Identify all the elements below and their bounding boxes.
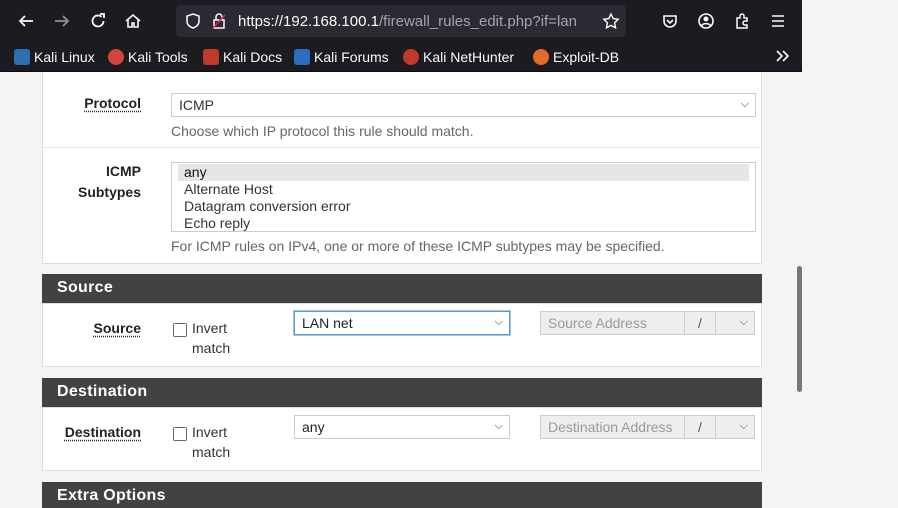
chevron-down-icon: ⌵ — [494, 420, 503, 432]
scrollbar-gutter — [802, 0, 898, 508]
protocol-label: Protocol — [84, 95, 141, 111]
extensions-icon[interactable] — [727, 6, 757, 36]
kali-nethunter-icon — [403, 49, 419, 65]
page-scrollbar-thumb[interactable] — [797, 266, 802, 392]
icmp-help: For ICMP rules on IPv4, one or more of t… — [171, 238, 665, 254]
chevron-down-icon: ⌵ — [739, 420, 748, 432]
insecure-lock-icon[interactable] — [210, 12, 228, 30]
source-type-select[interactable]: LAN net ⌵ — [294, 311, 510, 335]
source-section-header: Source — [42, 274, 762, 303]
extra-options-section-header: Extra Options — [42, 482, 762, 508]
destination-panel: Destination Invert match any ⌵ Destinati… — [42, 407, 762, 471]
home-icon[interactable] — [118, 6, 148, 36]
url-bar[interactable]: https://192.168.100.1/firewall_rules_edi… — [176, 5, 626, 37]
source-type-value: LAN net — [302, 315, 353, 331]
destination-type-select[interactable]: any ⌵ — [294, 415, 510, 439]
icmp-subtypes-listbox[interactable]: any Alternate Host Datagram conversion e… — [171, 162, 756, 232]
pocket-icon[interactable] — [655, 6, 685, 36]
browser-toolbar: https://192.168.100.1/firewall_rules_edi… — [0, 0, 802, 42]
source-invert-label: Invert match — [192, 320, 231, 356]
menu-icon[interactable] — [763, 6, 793, 36]
icmp-option-alternate-host[interactable]: Alternate Host — [178, 181, 749, 198]
source-label: Source — [93, 320, 141, 336]
destination-invert-label: Invert match — [192, 424, 231, 460]
destination-address-input[interactable]: Destination Address — [540, 415, 686, 439]
icmp-subtypes-label: ICMP Subtypes — [77, 163, 141, 200]
icmp-option-any[interactable]: any — [178, 164, 749, 181]
source-mask-separator: / — [684, 311, 716, 335]
kali-tools-icon — [108, 49, 124, 65]
bookmark-star-icon[interactable] — [602, 12, 620, 30]
icmp-option-echo-reply[interactable]: Echo reply — [178, 215, 749, 231]
bookmark-kali-docs[interactable]: Kali Docs — [203, 48, 282, 66]
bookmark-kali-nethunter[interactable]: Kali NetHunter — [403, 48, 514, 66]
exploit-db-icon — [533, 49, 549, 65]
bookmark-kali-forums[interactable]: Kali Forums — [294, 48, 389, 66]
bookmarks-bar: Kali Linux Kali Tools Kali Docs Kali For… — [0, 42, 802, 72]
chevron-down-icon: ⌵ — [740, 98, 749, 110]
bookmark-exploit-db[interactable]: Exploit-DB — [533, 48, 619, 66]
bookmarks-overflow-icon[interactable] — [773, 47, 791, 65]
destination-label: Destination — [64, 424, 141, 440]
account-icon[interactable] — [691, 6, 721, 36]
bookmark-kali-tools[interactable]: Kali Tools — [108, 48, 188, 66]
kali-docs-icon — [203, 49, 219, 65]
source-invert-checkbox[interactable] — [173, 323, 187, 337]
row-divider — [43, 147, 761, 148]
back-icon[interactable] — [11, 6, 41, 36]
protocol-select[interactable]: ICMP ⌵ — [171, 93, 756, 117]
icmp-option-datagram-conversion-error[interactable]: Datagram conversion error — [178, 198, 749, 215]
shield-icon[interactable] — [184, 12, 202, 30]
source-mask-select[interactable]: ⌵ — [715, 311, 755, 335]
destination-type-value: any — [302, 419, 325, 435]
destination-section-header: Destination — [42, 378, 762, 407]
destination-invert-checkbox[interactable] — [173, 427, 187, 441]
kali-forums-icon — [294, 49, 310, 65]
chevron-down-icon: ⌵ — [739, 316, 748, 328]
page-content: Protocol ICMP ⌵ Choose which IP protocol… — [0, 72, 802, 508]
destination-mask-separator: / — [684, 415, 716, 439]
source-address-input[interactable]: Source Address — [540, 311, 686, 335]
protocol-help: Choose which IP protocol this rule shoul… — [171, 123, 474, 139]
reload-icon[interactable] — [83, 6, 113, 36]
destination-mask-select[interactable]: ⌵ — [715, 415, 755, 439]
forward-icon[interactable] — [47, 6, 77, 36]
bookmark-kali-linux[interactable]: Kali Linux — [14, 48, 95, 66]
protocol-value: ICMP — [179, 97, 214, 113]
kali-dragon-icon — [14, 49, 30, 65]
protocol-panel: Protocol ICMP ⌵ Choose which IP protocol… — [42, 72, 762, 264]
chevron-down-icon: ⌵ — [494, 316, 503, 328]
source-panel: Source Invert match LAN net ⌵ Source Add… — [42, 303, 762, 367]
url-text: https://192.168.100.1/firewall_rules_edi… — [238, 13, 577, 30]
